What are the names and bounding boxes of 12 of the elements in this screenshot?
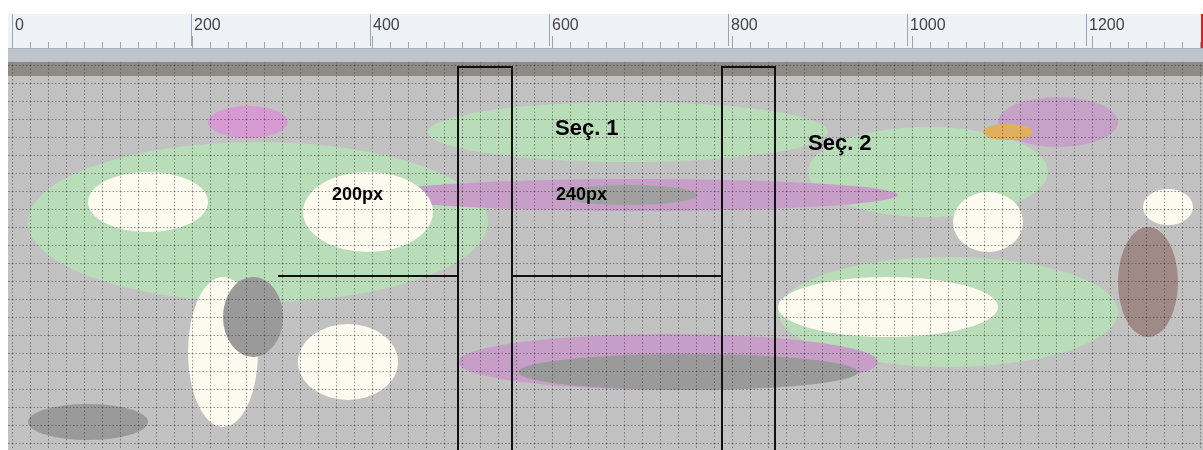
width-label: 200px (332, 184, 384, 204)
width-label: 240px (556, 184, 608, 204)
ruler-label: 800 (731, 16, 758, 34)
section-label: Seç. 1 (555, 115, 619, 140)
ruler-label: 200 (194, 16, 221, 34)
position-marker (1201, 14, 1203, 48)
section-label: Seç. 2 (808, 130, 872, 155)
ruler-label: 400 (373, 16, 400, 34)
ruler-label: 1000 (910, 16, 946, 34)
ruler-label: 1200 (1089, 16, 1125, 34)
ruler-label: 600 (552, 16, 579, 34)
ruler-label: 0 (15, 16, 24, 34)
